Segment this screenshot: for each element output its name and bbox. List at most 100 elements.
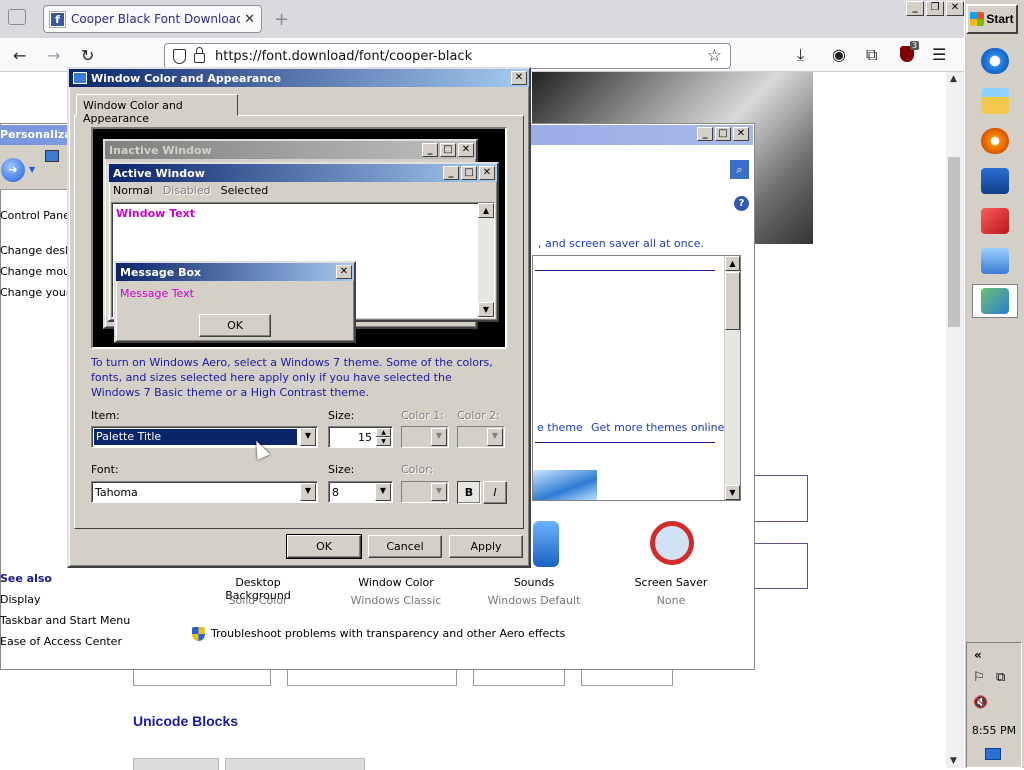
dialog-title: Window Color and Appearance bbox=[91, 71, 282, 85]
ok-button[interactable]: OK bbox=[286, 534, 362, 559]
troubleshoot-link[interactable]: Troubleshoot problems with transparency … bbox=[211, 627, 565, 640]
page-scrollbar[interactable]: ▲ ▼ bbox=[946, 72, 964, 768]
menu-icon[interactable]: ☰ bbox=[932, 45, 946, 64]
chevron-down-icon[interactable]: ▼ bbox=[300, 428, 316, 446]
page-tab[interactable] bbox=[133, 758, 219, 770]
history-dropdown-icon[interactable]: ▼ bbox=[29, 165, 35, 174]
search-input[interactable] bbox=[530, 159, 727, 180]
chevron-down-icon[interactable]: ▼ bbox=[300, 483, 316, 501]
tray-expand-icon[interactable]: « bbox=[974, 648, 982, 662]
display-link[interactable]: Display bbox=[0, 593, 41, 606]
close-button[interactable]: ✕ bbox=[946, 1, 964, 16]
page-tab[interactable] bbox=[225, 758, 365, 770]
minimize-button[interactable]: _ bbox=[697, 127, 713, 141]
control-panel-icon[interactable] bbox=[972, 244, 1018, 278]
maximize-button[interactable]: □ bbox=[715, 127, 731, 141]
menu-disabled: Disabled bbox=[162, 184, 211, 197]
preview-menu: Normal Disabled Selected bbox=[109, 182, 497, 200]
new-tab-button[interactable]: + bbox=[274, 9, 289, 30]
close-button[interactable]: ✕ bbox=[733, 127, 749, 141]
tab-list-icon[interactable] bbox=[8, 9, 26, 25]
network-tray-icon[interactable]: ⧉ bbox=[996, 670, 1005, 685]
extensions-icon[interactable]: ⧉ bbox=[866, 45, 877, 65]
close-tab-icon[interactable]: ✕ bbox=[244, 12, 255, 27]
ease-of-access-link[interactable]: Ease of Access Center bbox=[0, 635, 122, 648]
page-box bbox=[752, 475, 808, 522]
tab-window-color[interactable]: Window Color and Appearance bbox=[76, 94, 238, 125]
font-color-label: Color: bbox=[401, 463, 434, 476]
item-select[interactable]: Palette Title ▼ bbox=[91, 426, 318, 448]
apply-button[interactable]: Apply bbox=[449, 535, 523, 558]
preview-message-box[interactable]: Message Box ✕ Message Text OK bbox=[114, 261, 356, 343]
account-icon[interactable]: ◉ bbox=[832, 45, 846, 64]
color1-picker[interactable]: ▼ bbox=[401, 426, 449, 448]
search-icon[interactable]: ⌕ bbox=[730, 160, 749, 179]
msgbox-title: Message Box bbox=[120, 265, 202, 279]
font-color-picker[interactable]: ▼ bbox=[401, 481, 449, 503]
font-select[interactable]: Tahoma ▼ bbox=[91, 481, 318, 503]
screen-saver-icon[interactable] bbox=[650, 521, 694, 565]
theme-link[interactable]: e theme bbox=[537, 421, 583, 434]
help-icon[interactable]: ? bbox=[734, 196, 749, 211]
color2-picker[interactable]: ▼ bbox=[457, 426, 505, 448]
app-red-icon[interactable] bbox=[972, 204, 1018, 238]
window-controls: _ ❐ ✕ bbox=[904, 1, 964, 16]
back-arrow-icon[interactable]: ➜ bbox=[1, 158, 25, 182]
media-player-icon[interactable] bbox=[972, 124, 1018, 158]
start-button[interactable]: Start bbox=[966, 4, 1018, 34]
sounds-icon[interactable] bbox=[533, 521, 559, 567]
restore-button[interactable]: ❐ bbox=[926, 1, 944, 16]
network-icon[interactable] bbox=[972, 164, 1018, 198]
minimize-button: _ bbox=[443, 166, 459, 180]
internet-explorer-icon[interactable] bbox=[972, 44, 1018, 78]
sounds-label[interactable]: Sounds bbox=[484, 576, 584, 589]
cancel-button[interactable]: Cancel bbox=[368, 535, 442, 558]
lock-icon[interactable] bbox=[194, 47, 205, 63]
scroll-down-icon[interactable]: ▼ bbox=[950, 756, 957, 766]
file-explorer-icon[interactable] bbox=[972, 84, 1018, 118]
spin-up-icon[interactable]: ▲ bbox=[376, 428, 391, 437]
clock[interactable]: 8:55 PM bbox=[968, 724, 1020, 737]
scroll-thumb[interactable] bbox=[948, 157, 960, 327]
get-more-themes-link[interactable]: Get more themes online bbox=[591, 421, 724, 434]
font-size-select[interactable]: 8 ▼ bbox=[328, 481, 393, 503]
scroll-up-icon[interactable]: ▲ bbox=[725, 256, 740, 271]
themes-list[interactable]: e theme Get more themes online ▲ ▼ bbox=[532, 255, 741, 501]
bold-toggle[interactable]: B bbox=[457, 481, 481, 504]
downloads-icon[interactable]: ⤓ bbox=[797, 45, 804, 65]
theme-thumbnail[interactable] bbox=[533, 470, 597, 500]
control-panel-glyph bbox=[981, 248, 1009, 274]
scroll-up-icon[interactable]: ▲ bbox=[950, 74, 957, 84]
chevron-down-icon: ▼ bbox=[431, 483, 447, 501]
chevron-down-icon[interactable]: ▼ bbox=[375, 483, 391, 501]
window-color-label[interactable]: Window Color bbox=[346, 576, 446, 589]
volume-muted-icon[interactable]: 🔇 bbox=[973, 695, 988, 709]
browser-tab[interactable]: f Cooper Black Font Download | Free ✕ bbox=[43, 5, 262, 33]
spin-down-icon[interactable]: ▼ bbox=[376, 437, 391, 446]
minimize-button[interactable]: _ bbox=[906, 1, 924, 16]
personalization-task-icon[interactable] bbox=[972, 284, 1018, 318]
screen-saver-label[interactable]: Screen Saver bbox=[621, 576, 721, 589]
color1-label: Color 1: bbox=[401, 409, 444, 422]
url-bar[interactable]: https://font.download/font/cooper-black … bbox=[164, 43, 731, 69]
back-icon[interactable]: ← bbox=[13, 46, 26, 65]
show-desktop-icon[interactable] bbox=[985, 748, 1001, 760]
close-button[interactable]: ✕ bbox=[511, 71, 527, 85]
reload-icon[interactable]: ↻ bbox=[81, 46, 94, 65]
font-size-value: 8 bbox=[332, 486, 339, 499]
taskbar-start-menu-link[interactable]: Taskbar and Start Menu bbox=[0, 614, 130, 627]
scroll-thumb[interactable] bbox=[725, 272, 740, 330]
forward-icon[interactable]: → bbox=[47, 46, 60, 65]
folder-glyph bbox=[981, 88, 1009, 114]
themes-scrollbar[interactable]: ▲ ▼ bbox=[724, 256, 740, 500]
shield-icon[interactable] bbox=[173, 48, 186, 64]
size-spinner[interactable]: 15 ▲ ▼ bbox=[328, 426, 393, 448]
flag-icon[interactable]: ⚐ bbox=[973, 670, 985, 685]
bookmark-star-icon[interactable]: ☆ bbox=[707, 46, 722, 66]
active-title: Active Window bbox=[113, 166, 205, 180]
item-selected-value: Palette Title bbox=[93, 428, 298, 446]
scroll-down-icon[interactable]: ▼ bbox=[725, 485, 740, 500]
see-also-heading: See also bbox=[0, 572, 52, 585]
italic-toggle[interactable]: I bbox=[483, 481, 507, 504]
dialog-titlebar: Window Color and Appearance ✕ bbox=[69, 69, 529, 87]
